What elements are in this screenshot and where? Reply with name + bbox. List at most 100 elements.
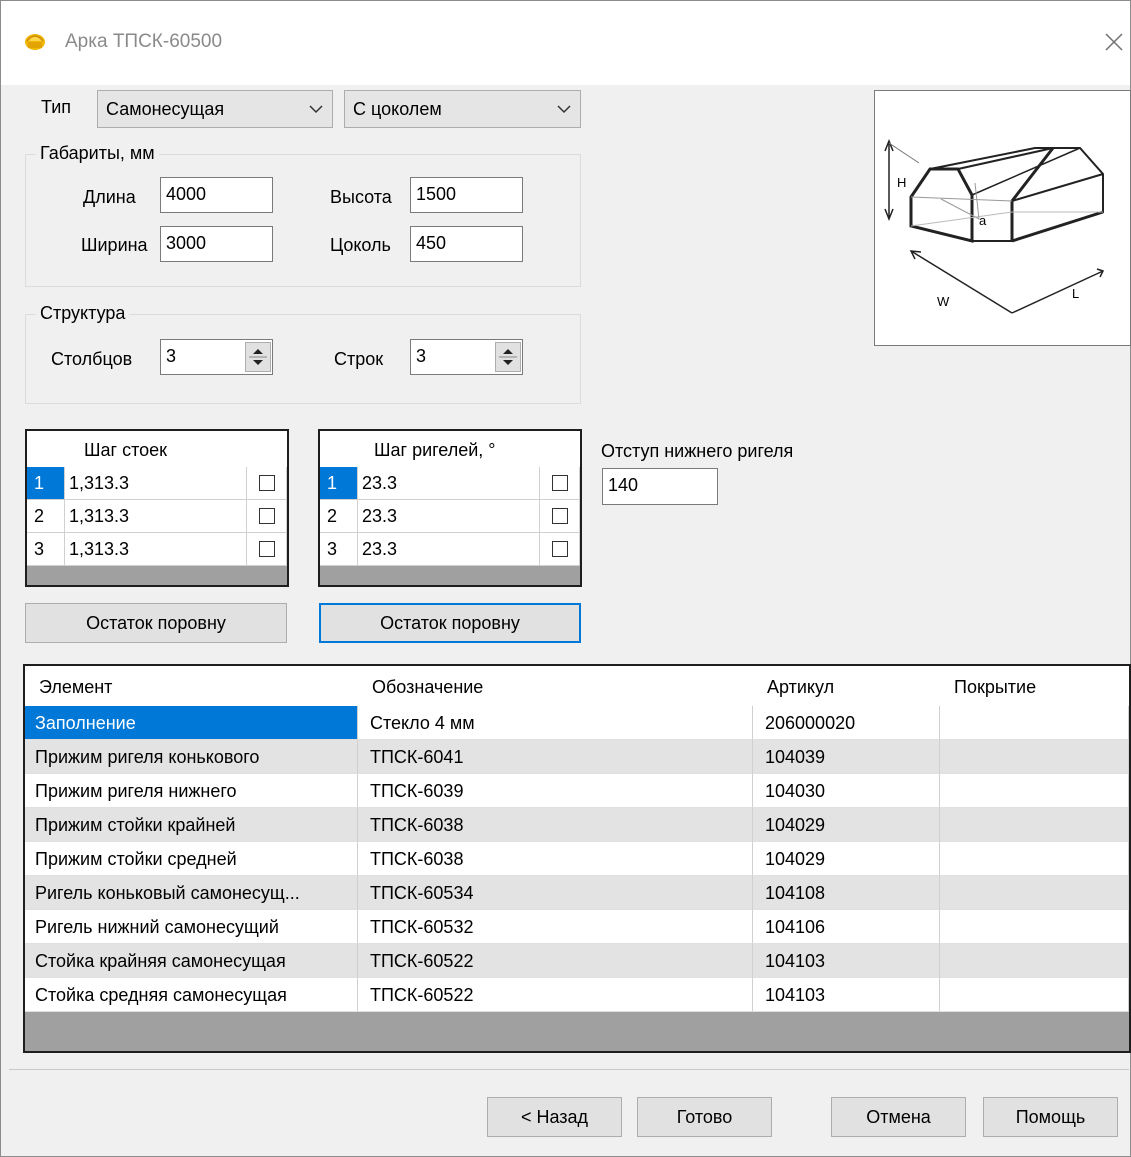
lock-checkbox[interactable] [259,508,275,524]
plinth-input[interactable]: 450 [410,226,523,262]
height-input[interactable]: 1500 [410,177,523,213]
table-cell-coating[interactable] [940,842,1129,876]
lock-checkbox[interactable] [552,475,568,491]
offset-label: Отступ нижнего ригеля [601,441,794,461]
grid-value-cell[interactable]: 23.3 [358,533,540,566]
cell-text: 104106 [765,917,826,937]
cancel-button[interactable]: Отмена [831,1097,966,1137]
cell-text: 104103 [765,985,826,1005]
table-cell-coating[interactable] [940,774,1129,808]
table-cell-coating[interactable] [940,910,1129,944]
offset-input[interactable]: 140 [602,468,718,505]
table-cell-coating[interactable] [940,978,1129,1012]
table-cell-designation[interactable]: ТПСК-60532 [358,910,753,944]
table-cell-element[interactable]: Прижим ригеля нижнего [25,774,358,808]
table-cell-coating[interactable] [940,876,1129,910]
table-cell-element[interactable]: Прижим стойки крайней [25,808,358,842]
cell-text: ТПСК-60522 [370,985,474,1005]
grid-value-text: 23.3 [362,506,398,526]
row-number-text: 2 [34,506,45,526]
width-input[interactable]: 3000 [160,226,273,262]
rows-spin-button[interactable] [495,342,521,372]
length-input[interactable]: 4000 [160,177,273,213]
table-cell-article[interactable]: 104030 [753,774,940,808]
table-cell-element[interactable]: Стойка средняя самонесущая [25,978,358,1012]
cell-text: ТПСК-60522 [370,951,474,971]
columns-stepper[interactable]: 3 [160,339,273,375]
table-cell-designation[interactable]: ТПСК-60522 [358,978,753,1012]
table-cell-designation[interactable]: ТПСК-60522 [358,944,753,978]
cell-text: ТПСК-6038 [370,815,464,835]
table-cell-element[interactable]: Прижим стойки средней [25,842,358,876]
row-number-text: 1 [327,473,338,493]
table-cell-article[interactable]: 104108 [753,876,940,910]
rail-step-grid[interactable]: Шаг ригелей, ° 1 23.3 2 23.3 3 23.3 [318,429,582,587]
row-number-text: 3 [327,539,338,559]
variant-select[interactable]: С цоколем [344,90,581,128]
rows-stepper[interactable]: 3 [410,339,523,375]
table-cell-designation[interactable]: Стекло 4 мм [358,706,753,740]
table-cell-article[interactable]: 104103 [753,944,940,978]
table-cell-coating[interactable] [940,706,1129,740]
table-cell-designation[interactable]: ТПСК-6041 [358,740,753,774]
grid-value-cell[interactable]: 1,313.3 [65,500,247,533]
grid-row-number: 1 [27,467,65,500]
diagram-l-label: L [1072,286,1079,301]
length-label: Длина [83,187,136,207]
post-step-grid[interactable]: Шаг стоек 1 1,313.3 2 1,313.3 3 1,313.3 [25,429,289,587]
elements-table[interactable]: Элемент Обозначение Артикул Покрытие Заполн… [23,664,1131,1053]
lock-checkbox[interactable] [552,508,568,524]
variant-select-value: С цоколем [353,99,442,119]
grid-row-number: 2 [320,500,358,533]
table-cell-element[interactable]: Прижим ригеля конькового [25,740,358,774]
grid-row-number: 3 [320,533,358,566]
table-cell-element[interactable]: Стойка крайняя самонесущая [25,944,358,978]
table-cell-article[interactable]: 104103 [753,978,940,1012]
close-icon[interactable] [1099,27,1129,57]
table-cell-article[interactable]: 104039 [753,740,940,774]
row-number-text: 2 [327,506,338,526]
lock-checkbox[interactable] [259,541,275,557]
column-header[interactable]: Обозначение [372,677,483,698]
table-cell-element[interactable]: Ригель нижний самонесущий [25,910,358,944]
grid-value-cell[interactable]: 1,313.3 [65,533,247,566]
table-cell-article[interactable]: 206000020 [753,706,940,740]
table-cell-designation[interactable]: ТПСК-6038 [358,808,753,842]
diagram-w-label: W [937,294,950,309]
table-cell-element[interactable]: Ригель коньковый самонесущ... [25,876,358,910]
dialog-window: Арка ТПСК-60500 Тип Самонесущая С цоколе… [0,0,1131,1157]
table-cell-coating[interactable] [940,808,1129,842]
column-header[interactable]: Элемент [39,677,112,698]
rail-remainder-button[interactable]: Остаток поровну [319,603,581,643]
lock-checkbox[interactable] [259,475,275,491]
grid-row-number: 2 [27,500,65,533]
help-button[interactable]: Помощь [983,1097,1118,1137]
grid-value-text: 23.3 [362,473,398,493]
cell-text: Прижим ригеля нижнего [35,781,237,801]
chevron-down-icon [557,105,571,114]
columns-spin-button[interactable] [245,342,271,372]
width-value: 3000 [166,233,207,253]
table-cell-element[interactable]: Заполнение [25,706,358,740]
table-cell-coating[interactable] [940,944,1129,978]
table-cell-article[interactable]: 104106 [753,910,940,944]
column-header[interactable]: Покрытие [954,677,1036,698]
table-cell-designation[interactable]: ТПСК-60534 [358,876,753,910]
type-select[interactable]: Самонесущая [97,90,333,128]
grid-row-number: 3 [27,533,65,566]
post-remainder-button[interactable]: Остаток поровну [25,603,287,643]
grid-value-cell[interactable]: 1,313.3 [65,467,247,500]
column-header[interactable]: Артикул [767,677,834,698]
table-cell-designation[interactable]: ТПСК-6038 [358,842,753,876]
grid-value-cell[interactable]: 23.3 [358,467,540,500]
finish-button[interactable]: Готово [637,1097,772,1137]
table-cell-coating[interactable] [940,740,1129,774]
cell-text: Ригель нижний самонесущий [35,917,279,937]
type-select-value: Самонесущая [106,99,225,119]
back-button[interactable]: < Назад [487,1097,622,1137]
table-cell-article[interactable]: 104029 [753,842,940,876]
lock-checkbox[interactable] [552,541,568,557]
grid-value-cell[interactable]: 23.3 [358,500,540,533]
table-cell-article[interactable]: 104029 [753,808,940,842]
table-cell-designation[interactable]: ТПСК-6039 [358,774,753,808]
